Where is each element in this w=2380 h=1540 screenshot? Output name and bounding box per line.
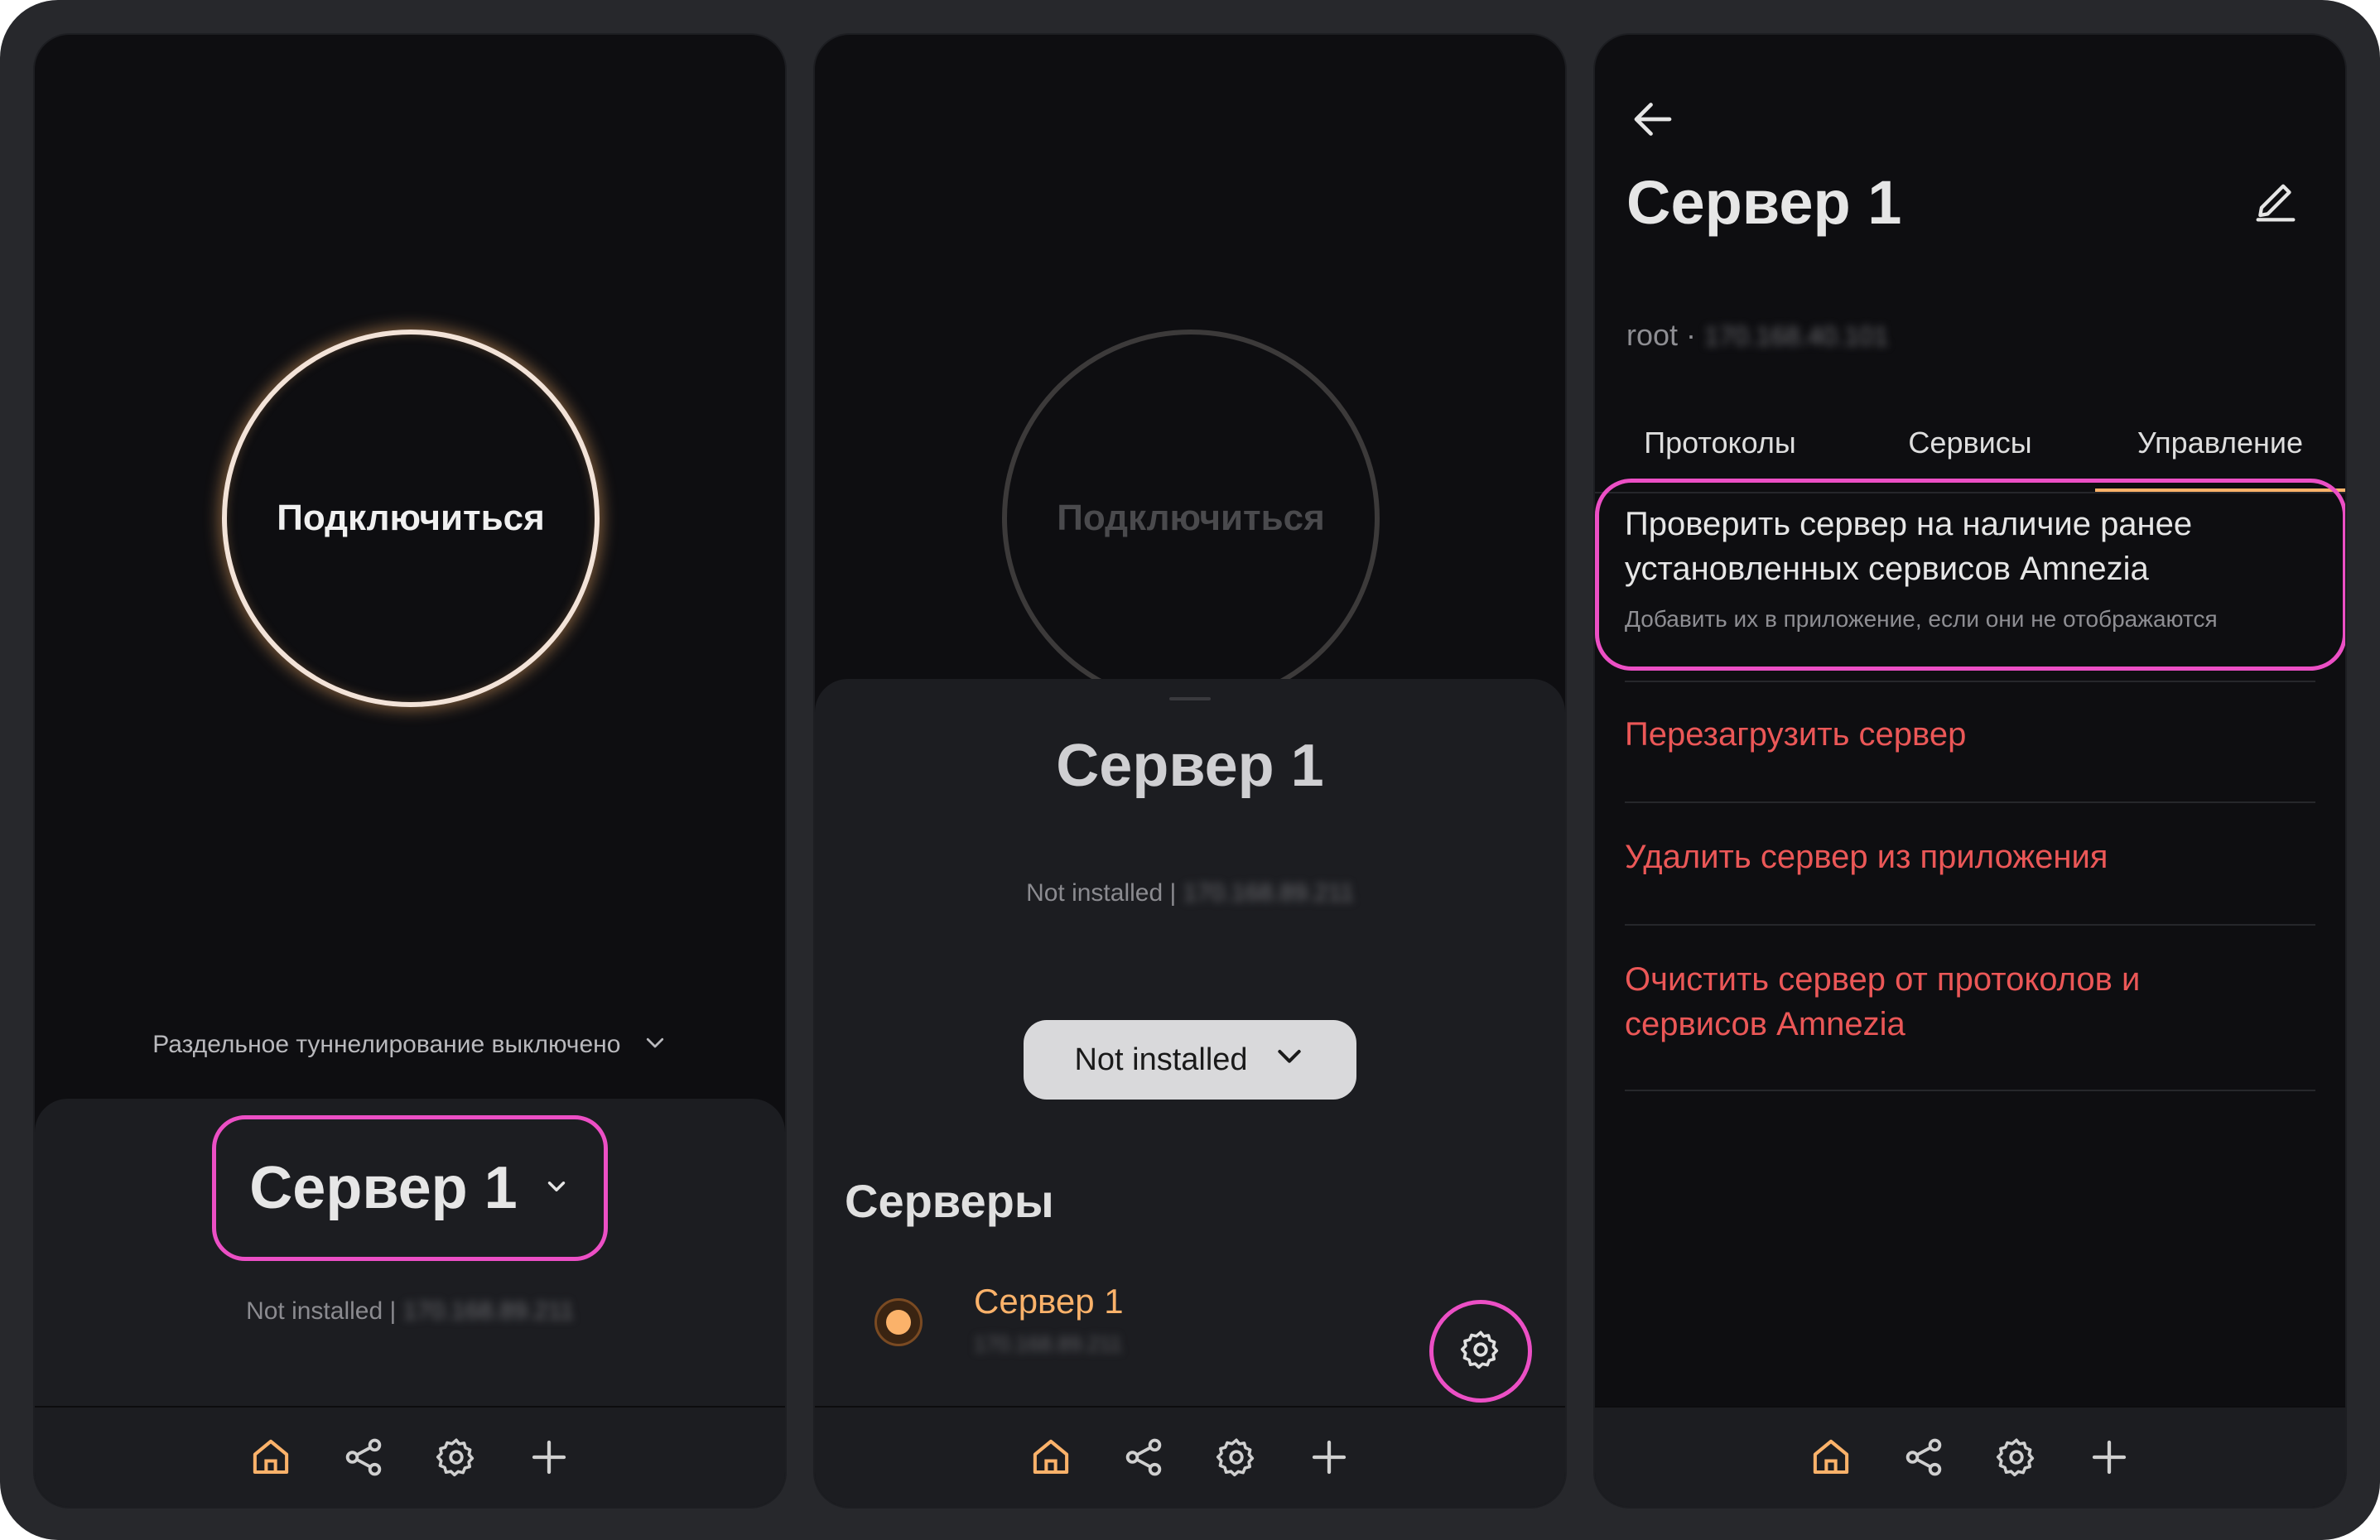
bottom-navbar bbox=[815, 1406, 1565, 1507]
server-settings-button[interactable] bbox=[1429, 1300, 1532, 1403]
servers-list-panel: Подключиться Сервер 1 Not installed | 17… bbox=[813, 33, 1567, 1509]
server-selector-button[interactable]: Сервер 1 bbox=[212, 1115, 608, 1261]
plus-icon[interactable] bbox=[527, 1435, 571, 1480]
split-tunneling-toggle[interactable]: Раздельное туннелирование выключено bbox=[35, 1030, 785, 1061]
gear-icon bbox=[1458, 1327, 1503, 1376]
server-item-name: Сервер 1 bbox=[974, 1282, 1124, 1321]
home-icon[interactable] bbox=[1029, 1435, 1073, 1480]
pencil-icon[interactable] bbox=[2249, 176, 2307, 233]
server-sheet: Сервер 1 Not installed | 170.168.89.211 bbox=[35, 1099, 785, 1406]
sheet-handle[interactable] bbox=[1169, 697, 1211, 700]
connect-label: Подключиться bbox=[277, 498, 545, 538]
connect-button[interactable]: Подключиться bbox=[1002, 330, 1380, 707]
protocol-select-value: Not installed bbox=[1074, 1042, 1248, 1077]
divider bbox=[1625, 801, 2315, 803]
share-icon[interactable] bbox=[1901, 1435, 1946, 1480]
bottom-navbar bbox=[1595, 1406, 2345, 1507]
servers-heading: Серверы bbox=[845, 1175, 1054, 1227]
server-radio[interactable] bbox=[874, 1298, 923, 1346]
tab-services[interactable]: Сервисы bbox=[1845, 397, 2095, 492]
remove-server-button[interactable]: Удалить сервер из приложения bbox=[1625, 835, 2287, 879]
server-ip: 170.168.89.211 bbox=[402, 1297, 574, 1325]
server-item-ip: 170.168.89.211 bbox=[974, 1331, 1122, 1356]
radio-selected-dot bbox=[886, 1310, 911, 1335]
sheet-title: Сервер 1 bbox=[1056, 733, 1324, 799]
connect-button[interactable]: Подключиться bbox=[222, 330, 600, 707]
divider bbox=[1625, 681, 2315, 682]
home-icon[interactable] bbox=[248, 1435, 293, 1480]
share-icon[interactable] bbox=[1121, 1435, 1166, 1480]
check-server-description: Добавить их в приложение, если они не от… bbox=[1625, 606, 2218, 632]
chevron-down-icon bbox=[643, 1030, 667, 1061]
reboot-server-button[interactable]: Перезагрузить сервер bbox=[1625, 712, 2287, 757]
server-settings-panel: Сервер 1 root · 170.168.40.101 Протоколы… bbox=[1593, 33, 2347, 1509]
server-credentials: root · 170.168.40.101 bbox=[1626, 318, 1888, 353]
server-name: Сервер 1 bbox=[249, 1155, 518, 1221]
page-title: Сервер 1 bbox=[1626, 168, 1902, 237]
home-icon[interactable] bbox=[1809, 1435, 1853, 1480]
tab-protocols[interactable]: Протоколы bbox=[1595, 397, 1845, 492]
screenshot-frame: Подключиться Раздельное туннелирование в… bbox=[0, 0, 2380, 1540]
chevron-down-icon bbox=[542, 1172, 571, 1205]
gear-icon[interactable] bbox=[1994, 1435, 2039, 1480]
plus-icon[interactable] bbox=[1307, 1435, 1351, 1480]
home-screen-panel: Подключиться Раздельное туннелирование в… bbox=[33, 33, 787, 1509]
status-text: Not installed | bbox=[246, 1297, 397, 1325]
servers-sheet: Сервер 1 Not installed | 170.168.89.211 … bbox=[815, 679, 1565, 1406]
back-arrow-icon[interactable] bbox=[1628, 94, 1678, 144]
share-icon[interactable] bbox=[341, 1435, 386, 1480]
bottom-navbar bbox=[35, 1406, 785, 1507]
status-text: Not installed | bbox=[1026, 879, 1177, 907]
split-tunneling-label: Раздельное туннелирование выключено bbox=[152, 1030, 621, 1058]
server-list-item[interactable]: Сервер 1 170.168.89.211 bbox=[815, 1258, 1565, 1403]
server-status: Not installed | 170.168.89.211 bbox=[815, 879, 1565, 907]
divider bbox=[1625, 924, 2315, 926]
divider bbox=[1625, 1090, 2315, 1091]
protocol-select[interactable]: Not installed bbox=[1024, 1020, 1356, 1100]
check-server-title: Проверить сервер на наличие ранее устано… bbox=[1625, 506, 2193, 587]
connect-label: Подключиться bbox=[1057, 498, 1325, 538]
plus-icon[interactable] bbox=[2087, 1435, 2132, 1480]
gear-icon[interactable] bbox=[1214, 1435, 1259, 1480]
gear-icon[interactable] bbox=[434, 1435, 479, 1480]
server-status: Not installed | 170.168.89.211 bbox=[35, 1297, 785, 1326]
tab-management[interactable]: Управление bbox=[2095, 397, 2345, 492]
server-ip: 170.168.40.101 bbox=[1704, 321, 1889, 351]
server-ip: 170.168.89.211 bbox=[1183, 879, 1354, 907]
server-user: root · bbox=[1626, 318, 1697, 352]
chevron-down-icon bbox=[1273, 1039, 1306, 1080]
clear-server-button[interactable]: Очистить сервер от протоколов и сервисов… bbox=[1625, 957, 2287, 1047]
